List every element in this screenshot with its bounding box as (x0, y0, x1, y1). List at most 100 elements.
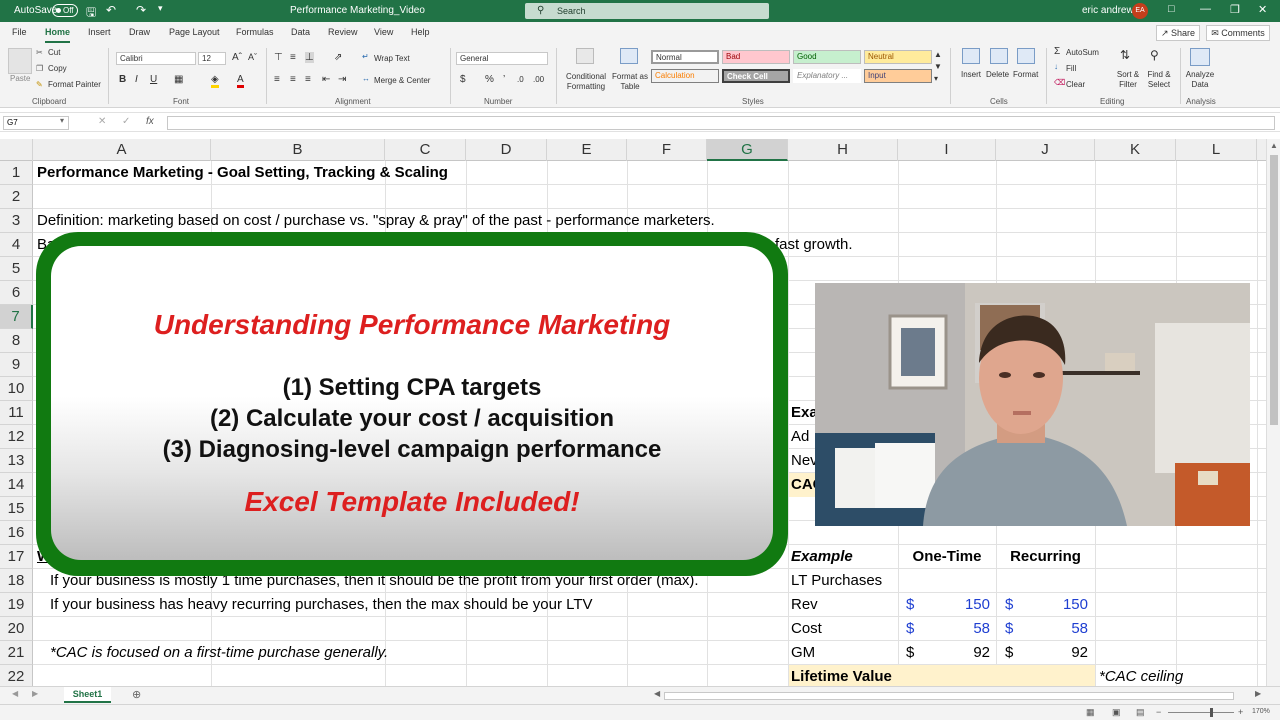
tab-page-layout[interactable]: Page Layout (169, 27, 220, 37)
bottom-align-icon[interactable]: ⊥ (305, 52, 314, 63)
scroll-sheets-right-icon[interactable]: ▶ (32, 689, 38, 698)
decrease-indent-icon[interactable]: ⇤ (322, 74, 330, 85)
ribbon-display-icon[interactable]: □ (1168, 3, 1175, 15)
currency-icon[interactable]: $ (460, 74, 466, 85)
format-cells-button[interactable]: Format (1013, 70, 1038, 79)
column-header-g[interactable]: G (707, 139, 788, 161)
cell-h17[interactable]: Example (791, 545, 853, 569)
user-name[interactable]: eric andrews (1082, 5, 1139, 16)
formula-input[interactable] (167, 116, 1275, 130)
column-header-e[interactable]: E (547, 139, 627, 161)
tab-formulas[interactable]: Formulas (236, 27, 274, 37)
increase-decimal-icon[interactable]: .0 (517, 75, 524, 84)
cell-k22[interactable]: *CAC ceiling (1099, 665, 1183, 686)
redo-icon[interactable]: ↷ (136, 3, 146, 17)
undo-icon[interactable]: ↶ (106, 3, 116, 17)
cell-j20[interactable]: 58 (1018, 617, 1088, 641)
column-header-a[interactable]: A (33, 139, 211, 161)
row-header-13[interactable]: 13 (0, 449, 33, 473)
cell-h14[interactable]: CAC (789, 473, 824, 497)
style-calculation[interactable]: Calculation (651, 69, 719, 83)
paste-button[interactable]: Paste (10, 74, 30, 83)
page-layout-view-icon[interactable]: ▣ (1112, 707, 1121, 718)
row-header-15[interactable]: 15 (0, 497, 33, 521)
row-header-2[interactable]: 2 (0, 185, 33, 209)
cell-h22[interactable]: Lifetime Value (789, 665, 1095, 686)
cell-i19[interactable]: 150 (920, 593, 990, 617)
increase-indent-icon[interactable]: ⇥ (338, 74, 346, 85)
zoom-slider[interactable] (1168, 712, 1234, 713)
fill-color-icon[interactable]: ◈ (211, 74, 219, 88)
cell-i20[interactable]: 58 (920, 617, 990, 641)
tab-view[interactable]: View (374, 27, 393, 37)
column-header-j[interactable]: J (996, 139, 1095, 161)
style-explanatory[interactable]: Explanatory ... (793, 69, 861, 83)
autosave-toggle[interactable]: Off (52, 4, 78, 17)
styles-scroll-down-icon[interactable]: ▼ (934, 62, 942, 71)
cell-a3[interactable]: Definition: marketing based on cost / pu… (37, 209, 715, 233)
row-header-16[interactable]: 16 (0, 521, 33, 545)
font-size-select[interactable]: 12 (198, 52, 226, 65)
analyze-data-button[interactable]: Analyze Data (1184, 70, 1216, 90)
font-name-select[interactable]: Calibri (116, 52, 196, 65)
delete-cells-button[interactable]: Delete (986, 70, 1009, 79)
row-header-12[interactable]: 12 (0, 425, 33, 449)
tab-data[interactable]: Data (291, 27, 310, 37)
cut-button[interactable]: Cut (48, 48, 60, 57)
format-painter-button[interactable]: Format Painter (48, 80, 101, 89)
cell-h13[interactable]: Nev (791, 449, 818, 473)
row-header-3[interactable]: 3 (0, 209, 33, 233)
scroll-sheets-left-icon[interactable]: ◀ (12, 689, 18, 698)
column-header-c[interactable]: C (385, 139, 466, 161)
enter-icon[interactable]: ✓ (122, 116, 130, 127)
save-icon[interactable]: 🖫 (86, 3, 96, 24)
avatar[interactable]: EA (1132, 3, 1148, 19)
format-as-table-button[interactable]: Format as Table (612, 72, 648, 92)
insert-function-icon[interactable]: fx (146, 116, 154, 127)
row-header-1[interactable]: 1 (0, 161, 33, 185)
row-header-17[interactable]: 17 (0, 545, 33, 569)
zoom-level[interactable]: 170% (1252, 708, 1270, 715)
column-header-b[interactable]: B (211, 139, 385, 161)
cell-h21[interactable]: GM (791, 641, 815, 665)
wrap-text-button[interactable]: Wrap Text (374, 54, 410, 63)
column-header-h[interactable]: H (788, 139, 898, 161)
add-sheet-icon[interactable]: ⊕ (132, 688, 141, 701)
column-header-d[interactable]: D (466, 139, 547, 161)
normal-view-icon[interactable]: ▦ (1086, 707, 1095, 718)
customize-toolbar-icon[interactable]: ▾ (158, 3, 163, 14)
cell-h19[interactable]: Rev (791, 593, 818, 617)
style-neutral[interactable]: Neutral (864, 50, 932, 64)
row-header-8[interactable]: 8 (0, 329, 33, 353)
orientation-icon[interactable]: ⇗ (334, 52, 342, 63)
select-all-corner[interactable] (0, 139, 33, 161)
percent-icon[interactable]: % (485, 74, 494, 85)
row-header-21[interactable]: 21 (0, 641, 33, 665)
middle-align-icon[interactable]: ≡ (290, 52, 296, 63)
style-good[interactable]: Good (793, 50, 861, 64)
cell-j19[interactable]: 150 (1018, 593, 1088, 617)
style-input[interactable]: Input (864, 69, 932, 83)
scroll-left-icon[interactable]: ◀ (654, 689, 660, 698)
row-header-9[interactable]: 9 (0, 353, 33, 377)
row-header-4[interactable]: 4 (0, 233, 33, 257)
cell-j21[interactable]: 92 (1018, 641, 1088, 665)
cell-i17[interactable]: One-Time (898, 545, 996, 569)
search-box[interactable]: ⚲ Search (525, 3, 769, 19)
row-header-10[interactable]: 10 (0, 377, 33, 401)
vertical-scroll-thumb[interactable] (1270, 155, 1278, 425)
tab-review[interactable]: Review (328, 27, 358, 37)
cancel-icon[interactable]: ✕ (98, 116, 106, 127)
page-break-view-icon[interactable]: ▤ (1136, 707, 1145, 718)
decrease-font-icon[interactable]: Aˇ (248, 52, 257, 62)
cell-h12[interactable]: Ad (791, 425, 809, 449)
tab-help[interactable]: Help (411, 27, 430, 37)
cell-h18[interactable]: LT Purchases (791, 569, 882, 593)
insert-cells-button[interactable]: Insert (961, 70, 981, 79)
column-header-i[interactable]: I (898, 139, 996, 161)
row-header-22[interactable]: 22 (0, 665, 33, 686)
cell-a21[interactable]: *CAC is focused on a first-time purchase… (50, 641, 388, 665)
tab-draw[interactable]: Draw (129, 27, 150, 37)
style-normal[interactable]: Normal (651, 50, 719, 64)
cell-i21[interactable]: 92 (920, 641, 990, 665)
